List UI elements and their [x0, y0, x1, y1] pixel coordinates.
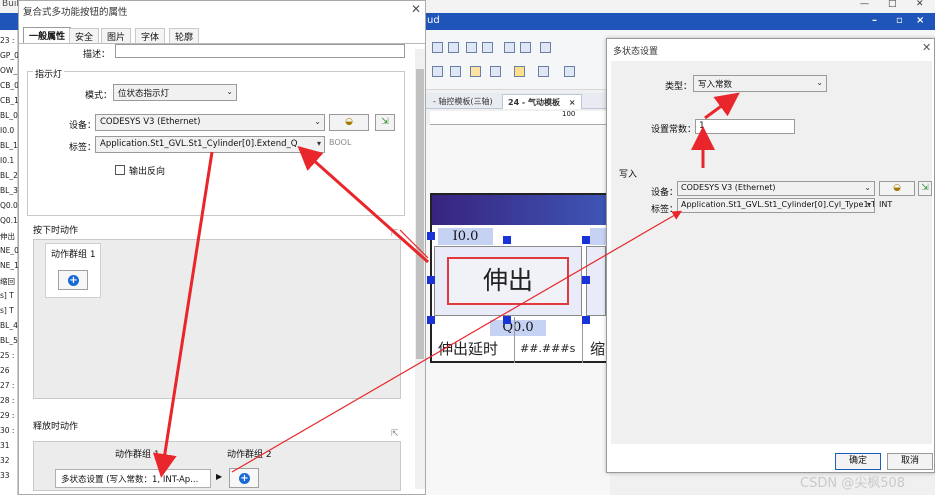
arrow-to-tag	[297, 146, 429, 264]
annotation-arrows	[152, 92, 740, 478]
arrow-to-type	[704, 92, 740, 120]
arrow-to-write-tag	[231, 210, 683, 473]
arrow-to-release-action	[152, 151, 214, 478]
arrow-connector	[399, 229, 429, 259]
watermark: CSDN @尖枫508	[800, 476, 906, 491]
